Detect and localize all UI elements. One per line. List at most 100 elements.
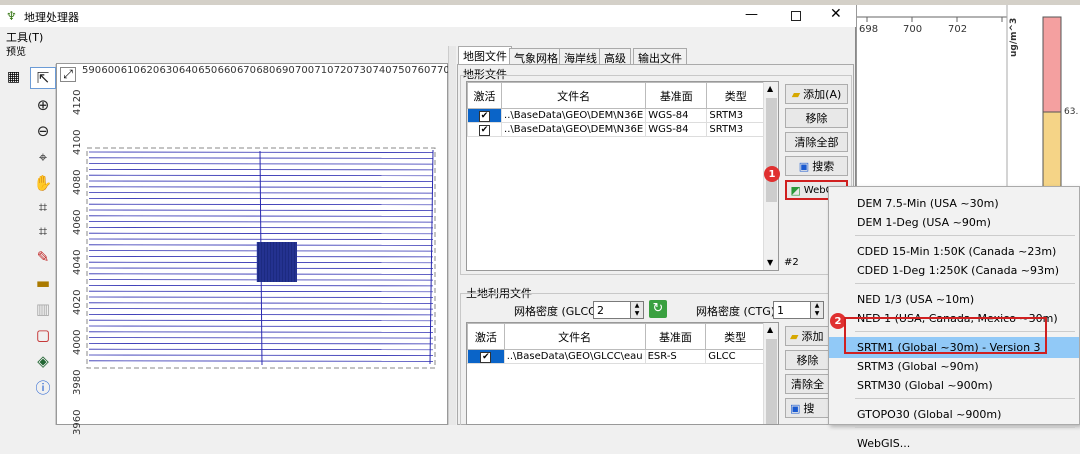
x-ruler-tick: 740 [372,65,392,76]
menu-item[interactable]: GTOPO30 (Global ~900m) [829,404,1079,425]
tab-coastline[interactable]: 海岸线 [559,48,602,65]
col-filename[interactable]: 文件名 [501,82,647,109]
scroll-down-icon[interactable]: ▼ [767,258,773,267]
file-cell: ..\BaseData\GEO\DEM\N36E [501,122,647,137]
col-active[interactable]: 激活 [467,82,503,109]
crosshair-icon[interactable]: ⌖ [30,146,56,168]
col-datum[interactable]: 基准面 [644,323,707,350]
splitter[interactable] [448,46,456,425]
grid-icon[interactable]: ▦ [7,69,20,85]
preview-label: 预览 [6,47,26,58]
menu-item[interactable]: WebGIS... [829,433,1079,454]
scroll-thumb[interactable] [766,339,777,424]
pencil-icon[interactable]: ✎ [30,246,56,268]
datum-cell: WGS-84 [645,122,708,137]
ctg-density-input[interactable] [773,301,811,319]
table-row[interactable]: ✔ ..\BaseData\GEO\GLCC\eau ESR-S GLCC [467,349,765,364]
x-ruler-tick: 660 [217,65,237,76]
clear-landuse-button[interactable]: 清除全 [785,374,830,394]
folder-icon: ▰ [790,329,799,343]
fit-view-icon[interactable]: ⤢ [60,67,76,82]
add-terrain-button[interactable]: ▰ 添加(A) [785,84,848,104]
ruler-icon[interactable]: ▬ [30,272,56,294]
terrain-grid-drawing [57,64,447,424]
search-landuse-button[interactable]: ▣ 搜 [785,398,830,418]
scroll-up-icon[interactable]: ▲ [767,325,773,334]
menu-item[interactable]: CDED 15-Min 1:50K (Canada ~23m) [829,241,1079,262]
webgis-dropdown-menu: DEM 7.5-Min (USA ~30m) DEM 1-Deg (USA ~90… [828,186,1080,450]
menu-item[interactable]: DEM 7.5-Min (USA ~30m) [829,193,1079,214]
select-node-icon[interactable]: ⌗ [30,196,56,218]
menu-separator [855,283,1075,284]
x-ruler-tick: 770 [430,65,450,76]
maximize-icon[interactable] [791,11,801,21]
y-ruler-tick: 4060 [72,209,83,235]
app-icon: ♆ [6,9,17,23]
table-row[interactable]: ✔ ..\BaseData\GEO\DEM\N36E WGS-84 SRTM3 [467,108,765,123]
zoom-in-icon[interactable]: ⊕ [30,94,56,116]
active-checkbox[interactable]: ✔ [480,351,492,363]
x-ruler-tick: 750 [391,65,411,76]
x-ruler-tick: 720 [333,65,353,76]
landuse-table: 激活 文件名 基准面 类型 ✔ ..\BaseData\GEO\GLCC\eau… [466,322,779,425]
glcc-density-spinner[interactable]: ▲ ▼ [630,301,644,319]
pan-hand-icon[interactable]: ✋ [30,172,56,194]
search-button[interactable]: ▣ 搜索 [785,156,848,176]
col-type[interactable]: 类型 [706,82,765,109]
map-icon: ◩ [790,183,801,197]
glcc-density-input[interactable] [593,301,631,319]
x-ruler-tick: 630 [159,65,179,76]
bg-x-tick: 700 [903,24,923,35]
minimize-icon[interactable]: — [745,7,758,22]
ctg-density-label: 网格密度 (CTG): [696,305,779,318]
remove-terrain-button[interactable]: 移除 [785,108,848,128]
active-checkbox[interactable]: ✔ [479,124,491,136]
menu-item[interactable]: SRTM30 (Global ~900m) [829,375,1079,396]
menu-item[interactable]: CDED 1-Deg 1:250K (Canada ~93m) [829,260,1079,281]
col-datum[interactable]: 基准面 [645,82,708,109]
info-icon[interactable]: ⓘ [30,376,56,398]
add-landuse-button[interactable]: ▰ 添加 [785,326,830,346]
tab-met-grid[interactable]: 气象网格 [509,48,563,65]
zoom-out-icon[interactable]: ⊖ [30,120,56,142]
active-checkbox[interactable]: ✔ [479,110,491,122]
remove-landuse-button[interactable]: 移除 [785,350,830,370]
x-ruler-tick: 590 [82,65,102,76]
y-ruler: 4120 4100 4080 4060 4040 4020 4000 3980 3960 [58,85,83,435]
clear-all-button[interactable]: 清除全部 [785,132,848,152]
table-row[interactable]: ✔ ..\BaseData\GEO\DEM\N36E WGS-84 SRTM3 [467,122,765,137]
window-title: 地理处理器 [24,11,79,24]
tab-advanced[interactable]: 高级 [599,48,631,65]
add-label: 添加(A) [803,88,842,101]
close-icon[interactable]: ✕ [830,6,842,22]
type-cell: SRTM3 [706,122,765,137]
menu-item[interactable]: NED 1/3 (USA ~10m) [829,289,1079,310]
tab-map-files[interactable]: 地图文件 [458,46,512,65]
add-label: 添加 [801,330,824,343]
scroll-thumb[interactable] [766,98,777,202]
x-ruler-tick: 600 [101,65,121,76]
type-cell: SRTM3 [706,108,765,123]
layers-icon[interactable]: ◈ [30,350,56,372]
move-node-icon[interactable]: ⌗ [30,220,56,242]
y-ruler-tick: 4100 [72,129,83,155]
refresh-icon[interactable]: ↻ [649,300,667,318]
col-type[interactable]: 类型 [705,323,765,350]
pointer-tool-icon[interactable]: ⇱ [30,67,56,89]
map-preview[interactable]: ⤢ [56,63,448,425]
x-ruler-tick: 700 [295,65,315,76]
y-ruler-tick: 4120 [72,89,83,115]
tab-output-files[interactable]: 输出文件 [633,48,687,65]
menu-item[interactable]: DEM 1-Deg (USA ~90m) [829,212,1079,233]
landuse-scrollbar[interactable]: ▲ [763,323,778,424]
glcc-density-label: 网格密度 (GLCC): [514,305,604,318]
scroll-up-icon[interactable]: ▲ [767,84,773,93]
col-active[interactable]: 激活 [467,323,505,350]
col-filename[interactable]: 文件名 [503,323,646,350]
y-ruler-tick: 4040 [72,249,83,275]
menu-item[interactable]: SRTM3 (Global ~90m) [829,356,1079,377]
building-icon[interactable]: ▥ [30,298,56,320]
menu-tools[interactable]: 工具(T) [6,29,43,44]
ctg-density-spinner[interactable]: ▲ ▼ [810,301,824,319]
rectangle-icon[interactable]: ▢ [30,324,56,346]
